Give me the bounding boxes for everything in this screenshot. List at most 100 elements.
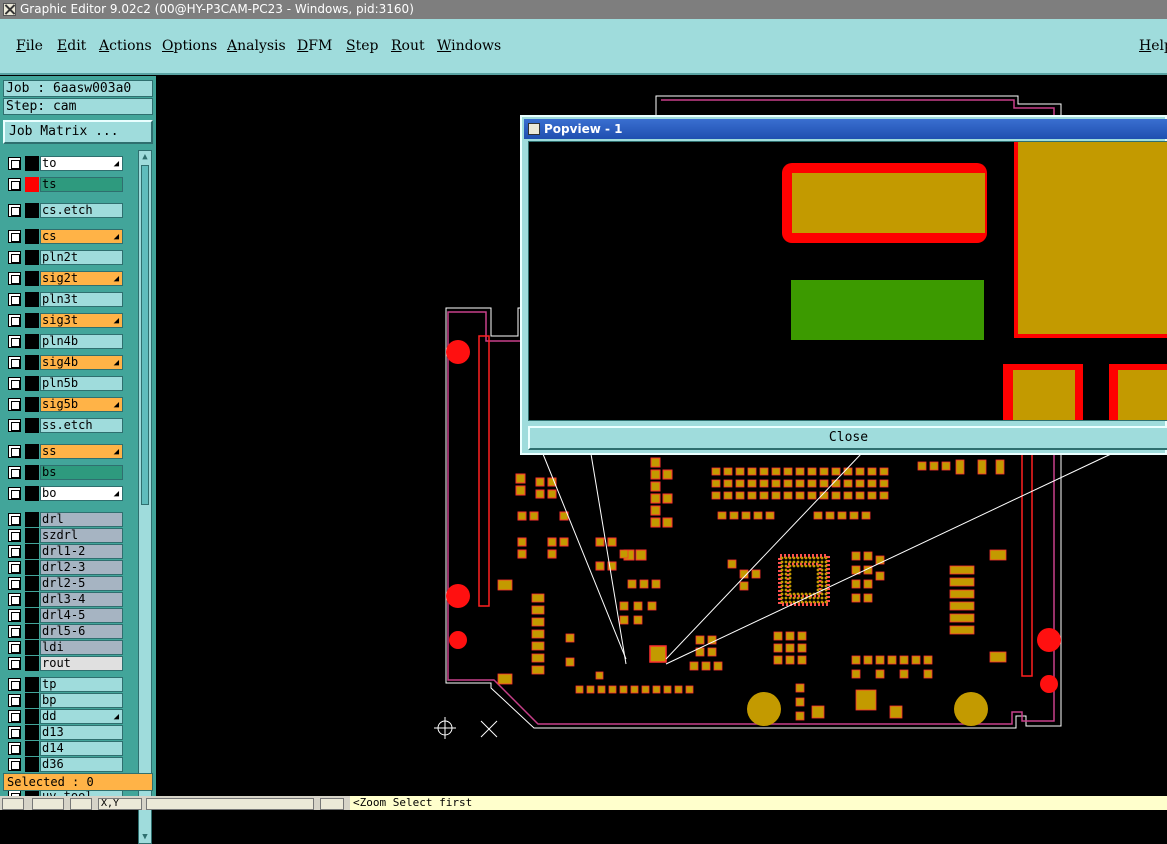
layer-color-swatch[interactable] [25,640,39,655]
layer-color-swatch[interactable] [25,156,39,171]
layer-checkbox[interactable] [8,694,21,707]
menu-windows[interactable]: Windows [437,38,501,54]
layer-checkbox[interactable] [8,398,21,411]
layer-menu-icon[interactable]: ◢ [114,232,119,242]
app-icon[interactable] [3,3,16,16]
menu-analysis[interactable]: Analysis [227,38,286,54]
layer-name[interactable]: drl [40,512,123,527]
layer-color-swatch[interactable] [25,693,39,708]
layer-row[interactable]: ts [4,177,136,192]
layer-checkbox[interactable] [8,609,21,622]
popview-canvas[interactable] [528,141,1167,421]
undo-icon[interactable] [2,798,24,810]
layer-checkbox[interactable] [8,758,21,771]
layer-name[interactable]: drl3-4 [40,592,123,607]
layer-color-swatch[interactable] [25,725,39,740]
layer-menu-icon[interactable]: ◢ [114,159,119,169]
layer-row[interactable]: d14 [4,741,136,756]
layer-name[interactable]: sig2t ◢ [40,271,123,286]
layer-checkbox[interactable] [8,641,21,654]
layer-row[interactable]: sig4b ◢ [4,355,136,370]
layer-row[interactable]: to ◢ [4,156,136,171]
check-icon[interactable] [32,798,64,810]
layer-color-swatch[interactable] [25,250,39,265]
layer-color-swatch[interactable] [25,313,39,328]
layer-row[interactable]: drl5-6 [4,624,136,639]
layer-row[interactable]: bp [4,693,136,708]
close-button[interactable]: Close [528,426,1167,450]
layer-color-swatch[interactable] [25,486,39,501]
layer-row[interactable]: ss.etch [4,418,136,433]
layer-name[interactable]: d14 [40,741,123,756]
layer-name[interactable]: d36 [40,757,123,772]
layer-row[interactable]: cs ◢ [4,229,136,244]
layer-menu-icon[interactable]: ◢ [114,489,119,499]
layer-row[interactable]: drl4-5 [4,608,136,623]
layer-checkbox[interactable] [8,742,21,755]
layer-checkbox[interactable] [8,204,21,217]
layer-color-swatch[interactable] [25,709,39,724]
layer-checkbox[interactable] [8,230,21,243]
layer-row[interactable]: pln5b [4,376,136,391]
layer-name[interactable]: pln2t [40,250,123,265]
popview-window[interactable]: Popview - 1 Close [520,115,1167,455]
layer-checkbox[interactable] [8,487,21,500]
layer-menu-icon[interactable]: ◢ [114,712,119,722]
layer-list-scrollbar[interactable]: ▲ ▼ [138,150,152,844]
layer-row[interactable]: rout [4,656,136,671]
layer-row[interactable]: drl1-2 [4,544,136,559]
layer-checkbox[interactable] [8,356,21,369]
layer-checkbox[interactable] [8,593,21,606]
job-matrix-button[interactable]: Job Matrix ... [3,120,153,144]
menu-dfm[interactable]: DFM [297,38,332,54]
layer-checkbox[interactable] [8,657,21,670]
layer-name[interactable]: sig4b ◢ [40,355,123,370]
scroll-up-icon[interactable]: ▲ [140,152,150,162]
layer-color-swatch[interactable] [25,544,39,559]
layer-color-swatch[interactable] [25,292,39,307]
layer-row[interactable]: drl2-3 [4,560,136,575]
layer-row[interactable]: bs [4,465,136,480]
layer-checkbox[interactable] [8,335,21,348]
layer-color-swatch[interactable] [25,397,39,412]
menu-actions[interactable]: Actions [99,38,152,54]
menu-edit[interactable]: Edit [57,38,86,54]
layer-name[interactable]: szdrl [40,528,123,543]
menu-options[interactable]: Options [162,38,217,54]
layer-name[interactable]: to ◢ [40,156,123,171]
layer-color-swatch[interactable] [25,624,39,639]
layer-checkbox[interactable] [8,625,21,638]
layer-color-swatch[interactable] [25,608,39,623]
scroll-thumb[interactable] [141,165,149,505]
menu-rout[interactable]: Rout [391,38,425,54]
layer-color-swatch[interactable] [25,656,39,671]
layer-menu-icon[interactable]: ◢ [114,400,119,410]
layer-color-swatch[interactable] [25,741,39,756]
pin-icon[interactable] [320,798,344,810]
layer-row[interactable]: ldi [4,640,136,655]
layer-name[interactable]: d13 [40,725,123,740]
layer-checkbox[interactable] [8,445,21,458]
layer-checkbox[interactable] [8,314,21,327]
layer-name[interactable]: drl2-3 [40,560,123,575]
layer-menu-icon[interactable]: ◢ [114,274,119,284]
layer-name[interactable]: pln4b [40,334,123,349]
menu-help[interactable]: Help [1139,38,1167,54]
layer-checkbox[interactable] [8,529,21,542]
layer-row[interactable]: d36 [4,757,136,772]
layer-name[interactable]: cs ◢ [40,229,123,244]
layer-row[interactable]: d13 [4,725,136,740]
layer-color-swatch[interactable] [25,203,39,218]
snap-icon[interactable] [70,798,92,810]
layer-checkbox[interactable] [8,577,21,590]
layer-row[interactable]: drl [4,512,136,527]
layer-name[interactable]: drl2-5 [40,576,123,591]
layer-color-swatch[interactable] [25,512,39,527]
layer-name[interactable]: bp [40,693,123,708]
layer-name[interactable]: ss ◢ [40,444,123,459]
coordinate-field[interactable] [146,798,314,810]
layer-row[interactable]: sig5b ◢ [4,397,136,412]
layer-row[interactable]: drl3-4 [4,592,136,607]
layer-name[interactable]: bo ◢ [40,486,123,501]
popview-title-bar[interactable]: Popview - 1 [524,119,1167,139]
